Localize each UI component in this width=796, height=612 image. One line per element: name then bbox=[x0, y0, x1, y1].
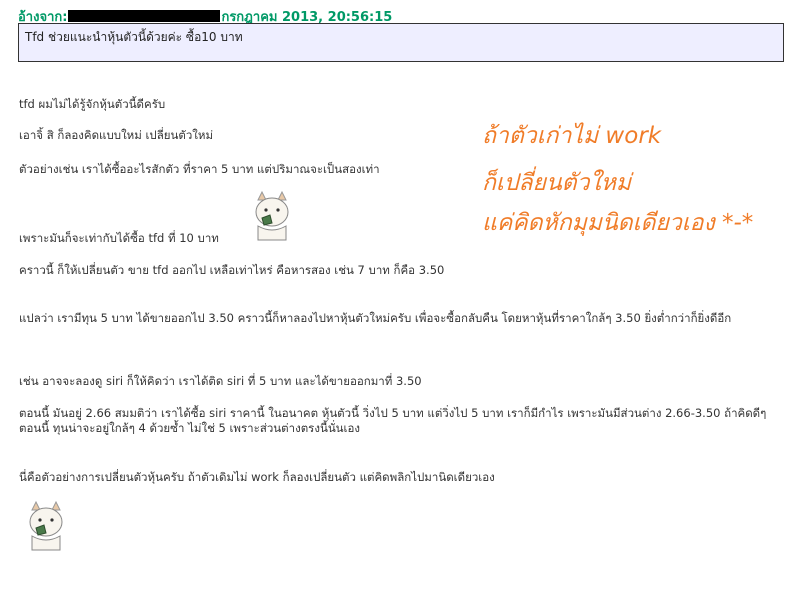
post-line: เอาจิ้ สิ ก็ลองคิดแบบใหม่ เปลี่ยนตัวใหม่ bbox=[19, 128, 214, 142]
emoticon-thinking-icon bbox=[250, 190, 294, 246]
quote-text: Tfd ช่วยแนะนำหุ้นตัวนี้ด้วยค่ะ ซื้อ10 บา… bbox=[25, 30, 243, 44]
emoticon-thinking-icon bbox=[24, 500, 68, 556]
overlay-line-3: แค่คิดหักมุมนิดเดียวเอง *-* bbox=[482, 210, 754, 236]
post-line: tfd ผมไม่ได้รู้จักหุ้นตัวนี้ดีครับ bbox=[19, 97, 166, 111]
post-line: แปลว่า เรามีทุน 5 บาท ได้ขายออกไป 3.50 ค… bbox=[19, 311, 732, 325]
post-line: เพราะมันก็จะเท่ากับได้ซื้อ tfd ที่ 10 บา… bbox=[19, 231, 219, 245]
post-line: เช่น อาจจะลองดู siri ก็ให้คิดว่า เราได้ต… bbox=[19, 374, 422, 388]
post-line: ตอนนี้ มันอยู่ 2.66 สมมติว่า เราได้ซื้อ … bbox=[19, 406, 767, 435]
redacted-author bbox=[68, 10, 221, 22]
overlay-line-1: ถ้าตัวเก่าไม่ work bbox=[482, 123, 662, 149]
overlay-line-2: ก็เปลี่ยนตัวใหม่ bbox=[482, 170, 632, 196]
post-line: ตัวอย่างเช่น เราได้ซื้ออะไรสักตัว ที่ราค… bbox=[19, 162, 380, 176]
quote-box: Tfd ช่วยแนะนำหุ้นตัวนี้ด้วยค่ะ ซื้อ10 บา… bbox=[18, 23, 784, 62]
post-line: คราวนี้ ก็ให้เปลี่ยนตัว ขาย tfd ออกไป เห… bbox=[19, 263, 445, 277]
post-line: นี่คือตัวอย่างการเปลี่ยนตัวหุ้นครับ ถ้าต… bbox=[19, 470, 495, 484]
